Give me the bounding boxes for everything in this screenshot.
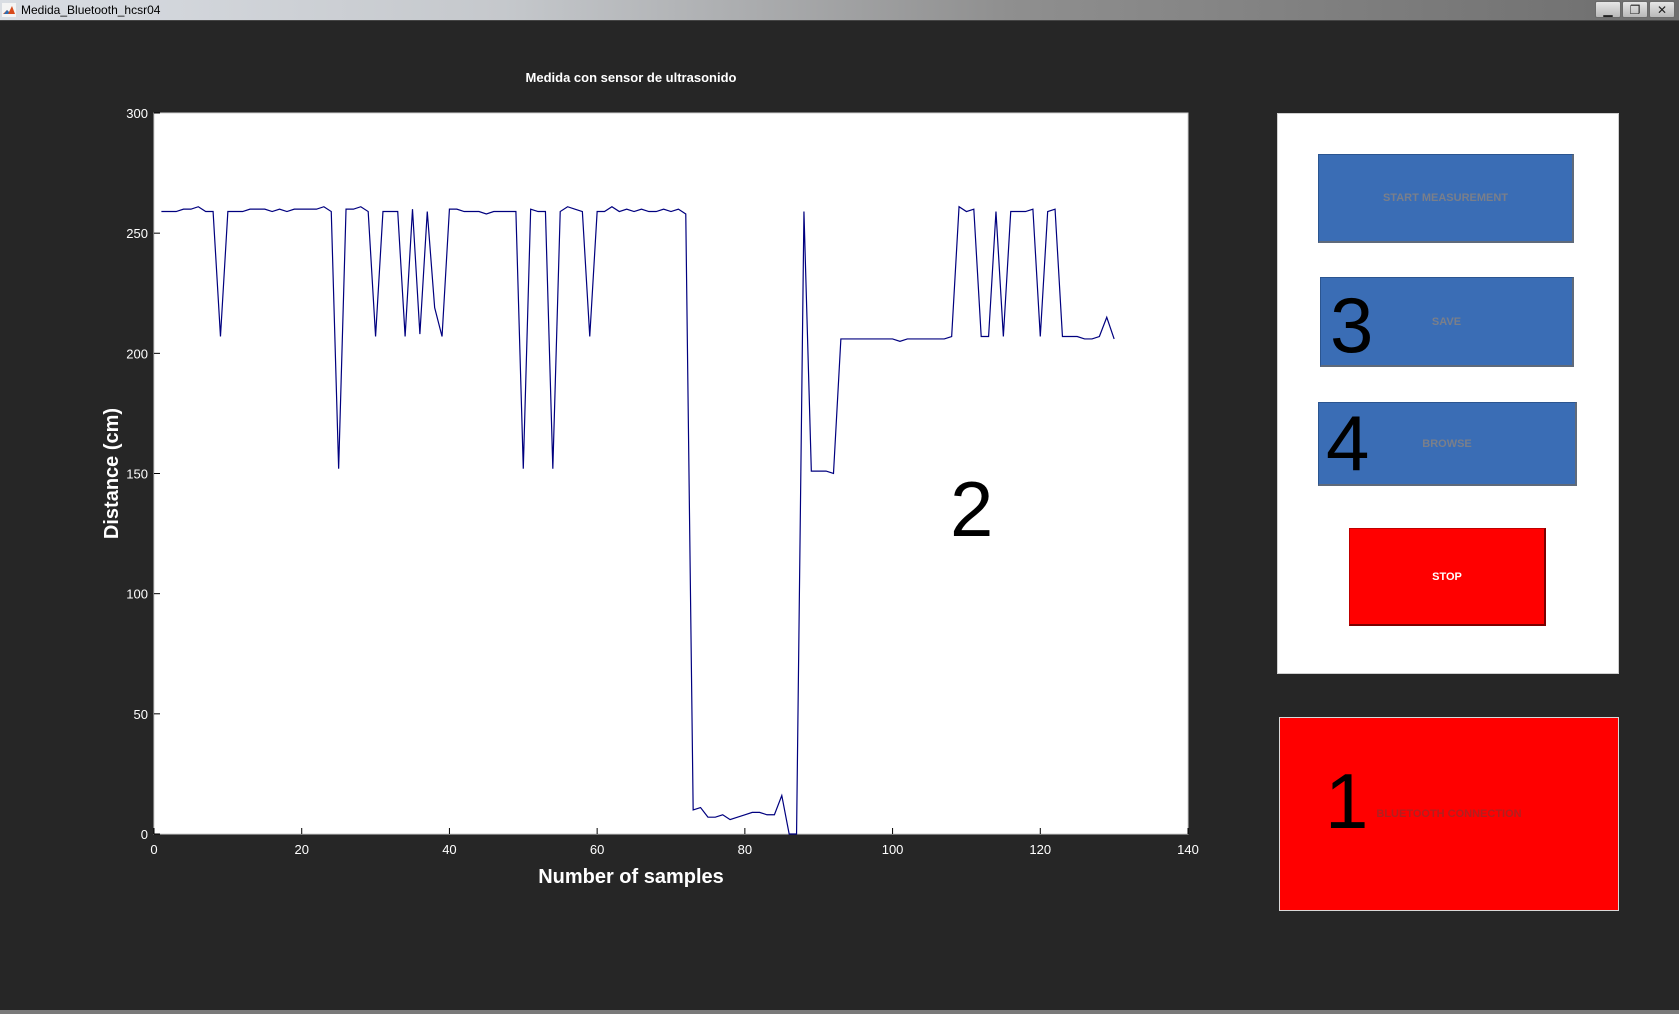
bluetooth-connection-label: BLUETOOTH CONNECTION <box>1376 808 1522 820</box>
close-icon: ✕ <box>1656 2 1668 17</box>
x-tick-label: 80 <box>738 842 752 857</box>
window-title: Medida_Bluetooth_hcsr04 <box>21 3 161 17</box>
x-tick-label: 20 <box>294 842 308 857</box>
y-tick-label: 0 <box>141 827 148 842</box>
restore-button[interactable]: ❐ <box>1622 1 1648 18</box>
close-button[interactable]: ✕ <box>1649 1 1675 18</box>
matlab-app-icon <box>2 3 16 17</box>
y-tick-label: 50 <box>134 707 148 722</box>
taskbar-edge <box>0 1010 1679 1014</box>
save-button[interactable]: SAVE <box>1320 277 1574 367</box>
minimize-icon: ▁ <box>1603 2 1613 17</box>
chart-container: Medida con sensor de ultrasonido 0 20 40 60 8… <box>0 60 1230 900</box>
browse-button[interactable]: BROWSE <box>1318 402 1577 486</box>
browse-label: BROWSE <box>1422 437 1472 450</box>
stop-button[interactable]: STOP <box>1349 528 1546 626</box>
x-tick-label: 40 <box>442 842 456 857</box>
minimize-button[interactable]: ▁ <box>1595 1 1621 18</box>
x-tick-label: 60 <box>590 842 604 857</box>
x-axis-label: Number of samples <box>538 866 724 888</box>
y-tick-label: 200 <box>126 346 148 361</box>
bluetooth-connection-button[interactable]: BLUETOOTH CONNECTION <box>1279 717 1619 911</box>
y-tick-label: 100 <box>126 587 148 602</box>
matlab-figure-window: Medida_Bluetooth_hcsr04 ▁ ❐ ✕ Medida con… <box>0 0 1679 1014</box>
y-tick-label: 150 <box>126 467 148 482</box>
chart-title: Medida con sensor de ultrasonido <box>526 70 737 85</box>
title-bar: Medida_Bluetooth_hcsr04 ▁ ❐ ✕ <box>0 0 1679 21</box>
plot-area <box>153 112 1189 835</box>
save-label: SAVE <box>1431 315 1462 328</box>
stop-label: STOP <box>1432 570 1462 583</box>
y-tick-label: 250 <box>126 226 148 241</box>
x-tick-label: 0 <box>150 842 157 857</box>
y-axis-label: Distance (cm) <box>101 408 123 539</box>
x-tick-label: 100 <box>882 842 904 857</box>
restore-icon: ❐ <box>1629 2 1641 17</box>
start-measurement-label: START MEASUREMENT <box>1382 192 1509 204</box>
x-tick-label: 120 <box>1029 842 1051 857</box>
x-tick-label: 140 <box>1177 842 1199 857</box>
window-controls: ▁ ❐ ✕ <box>1594 1 1675 18</box>
control-panel: START MEASUREMENT SAVE BROWSE STOP <box>1277 113 1619 674</box>
distance-chart[interactable]: Medida con sensor de ultrasonido 0 20 40 60 8… <box>0 60 1230 900</box>
start-measurement-button[interactable]: START MEASUREMENT <box>1318 154 1574 243</box>
y-tick-label: 300 <box>126 106 148 121</box>
